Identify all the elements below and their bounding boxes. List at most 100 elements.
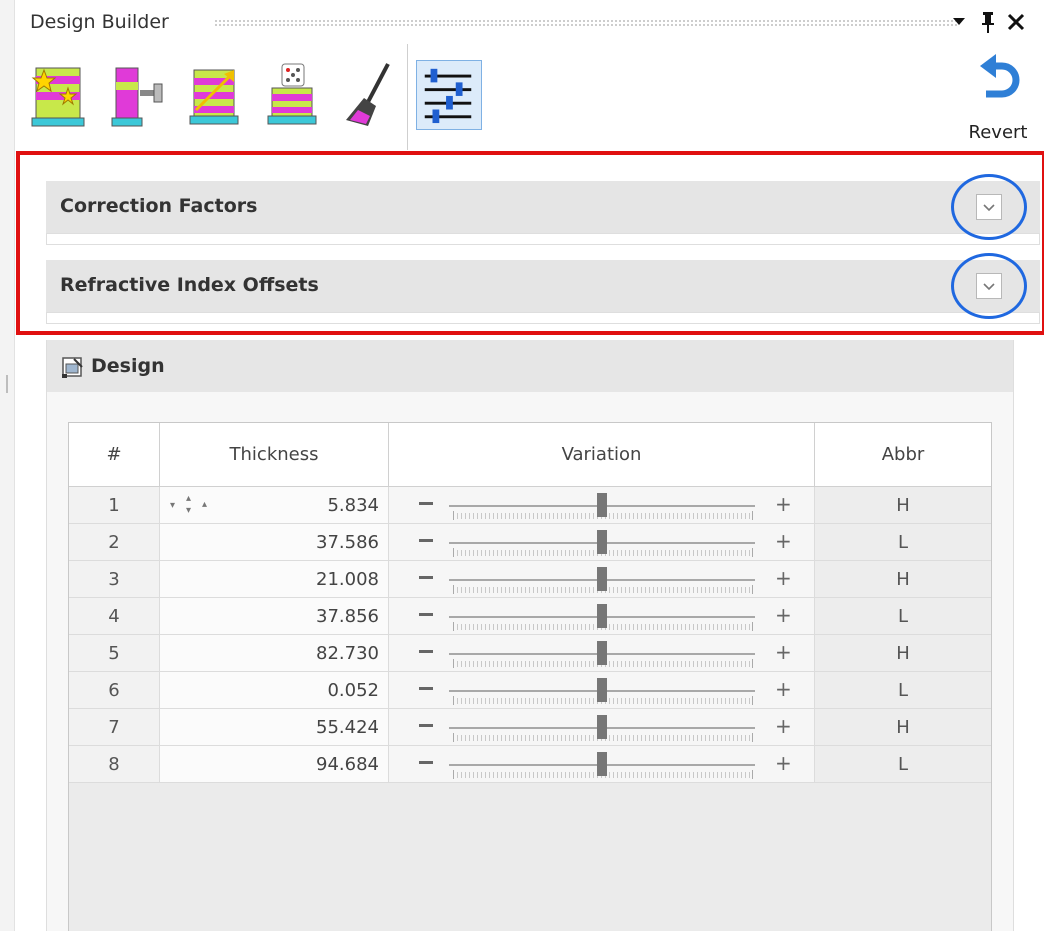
variation-slider[interactable]: + bbox=[389, 746, 815, 783]
pin-icon[interactable] bbox=[978, 7, 998, 43]
abbr-cell[interactable]: L bbox=[815, 598, 991, 635]
thickness-input[interactable]: ▾ ▴ ▾ ▴ 5.834 bbox=[160, 487, 389, 524]
splitter-mark[interactable] bbox=[6, 375, 8, 393]
minus-icon[interactable] bbox=[419, 650, 433, 653]
increase-small-icon[interactable]: ▴ bbox=[186, 494, 191, 504]
panel-title: Design Builder bbox=[30, 11, 169, 33]
decrease-large-icon[interactable]: ▾ bbox=[170, 501, 175, 511]
chevron-down-icon[interactable] bbox=[976, 194, 1002, 220]
slider-thumb[interactable] bbox=[597, 567, 607, 591]
thickness-input[interactable]: 37.856 bbox=[160, 598, 389, 635]
plus-icon[interactable]: + bbox=[775, 679, 792, 699]
abbr-cell[interactable]: H bbox=[815, 561, 991, 598]
revert-button[interactable]: Revert bbox=[958, 52, 1038, 150]
close-icon[interactable] bbox=[1005, 7, 1027, 43]
design-wizard-icon[interactable] bbox=[26, 60, 90, 128]
toolbar-separator bbox=[407, 44, 408, 150]
plus-icon[interactable]: + bbox=[775, 642, 792, 662]
row-number: 1 bbox=[69, 487, 160, 524]
cleanup-broom-icon[interactable] bbox=[338, 60, 402, 128]
plus-icon[interactable]: + bbox=[775, 753, 792, 773]
thickness-input[interactable]: 21.008 bbox=[160, 561, 389, 598]
design-panel: Design # Thickness Variation Abbr 1 ▾ ▴ ▾ ▴ 5… bbox=[46, 340, 1014, 931]
section-title: Refractive Index Offsets bbox=[60, 274, 319, 296]
decrease-small-icon[interactable]: ▾ bbox=[186, 506, 191, 516]
abbr-cell[interactable]: H bbox=[815, 635, 991, 672]
plus-icon[interactable]: + bbox=[775, 494, 792, 514]
thickness-input[interactable]: 94.684 bbox=[160, 746, 389, 783]
random-icon[interactable] bbox=[260, 60, 324, 128]
sliders-icon[interactable] bbox=[416, 60, 482, 130]
column-header-number[interactable]: # bbox=[69, 423, 160, 487]
variation-slider[interactable]: + bbox=[389, 635, 815, 672]
section-refractive-index-offsets[interactable]: Refractive Index Offsets bbox=[46, 260, 1040, 312]
slider-thumb[interactable] bbox=[597, 530, 607, 554]
design-title: Design bbox=[91, 355, 165, 377]
variation-cell: + bbox=[389, 746, 815, 783]
variation-slider[interactable]: + bbox=[389, 487, 815, 524]
abbr-cell[interactable]: L bbox=[815, 746, 991, 783]
row-number: 5 bbox=[69, 635, 160, 672]
table-row[interactable]: 3 21.008 + H bbox=[69, 561, 991, 598]
slider-thumb[interactable] bbox=[597, 641, 607, 665]
variation-slider[interactable]: + bbox=[389, 598, 815, 635]
thickness-input[interactable]: 55.424 bbox=[160, 709, 389, 746]
abbr-cell[interactable]: L bbox=[815, 524, 991, 561]
increase-large-icon[interactable]: ▴ bbox=[202, 500, 207, 510]
minus-icon[interactable] bbox=[419, 613, 433, 616]
drag-grip[interactable] bbox=[214, 19, 958, 27]
variation-slider[interactable]: + bbox=[389, 561, 815, 598]
section-title: Correction Factors bbox=[60, 195, 258, 217]
design-header[interactable]: Design bbox=[47, 340, 1013, 392]
minus-icon[interactable] bbox=[419, 502, 433, 505]
table-row[interactable]: 1 ▾ ▴ ▾ ▴ 5.834 + H bbox=[69, 487, 991, 524]
abbr-cell[interactable]: H bbox=[815, 487, 991, 524]
slider-thumb[interactable] bbox=[597, 715, 607, 739]
column-header-abbr[interactable]: Abbr bbox=[815, 423, 991, 487]
slider-thumb[interactable] bbox=[597, 493, 607, 517]
minus-icon[interactable] bbox=[419, 576, 433, 579]
row-number: 8 bbox=[69, 746, 160, 783]
plus-icon[interactable]: + bbox=[775, 605, 792, 625]
design-table: # Thickness Variation Abbr 1 ▾ ▴ ▾ ▴ 5.834 + H 2… bbox=[68, 422, 992, 931]
minus-icon[interactable] bbox=[419, 761, 433, 764]
minus-icon[interactable] bbox=[419, 724, 433, 727]
table-row[interactable]: 5 82.730 + H bbox=[69, 635, 991, 672]
thickness-stepper[interactable]: ▾ ▴ ▾ ▴ bbox=[170, 493, 250, 517]
thickness-input[interactable]: 82.730 bbox=[160, 635, 389, 672]
minus-icon[interactable] bbox=[419, 687, 433, 690]
thickness-input[interactable]: 37.586 bbox=[160, 524, 389, 561]
slider-thumb[interactable] bbox=[597, 678, 607, 702]
slider-thumb[interactable] bbox=[597, 604, 607, 628]
column-header-variation[interactable]: Variation bbox=[389, 423, 815, 487]
table-row[interactable]: 2 37.586 + L bbox=[69, 524, 991, 561]
variation-cell: + bbox=[389, 709, 815, 746]
plus-icon[interactable]: + bbox=[775, 531, 792, 551]
thickness-value: 55.424 bbox=[316, 717, 379, 738]
layer-edit-icon[interactable] bbox=[104, 60, 168, 128]
variation-slider[interactable]: + bbox=[389, 709, 815, 746]
plus-icon[interactable]: + bbox=[775, 568, 792, 588]
chevron-down-icon[interactable] bbox=[976, 273, 1002, 299]
dropdown-arrow-icon[interactable] bbox=[951, 7, 967, 43]
minus-icon[interactable] bbox=[419, 539, 433, 542]
table-row[interactable]: 4 37.856 + L bbox=[69, 598, 991, 635]
plus-icon[interactable]: + bbox=[775, 716, 792, 736]
abbr-cell[interactable]: H bbox=[815, 709, 991, 746]
column-header-thickness[interactable]: Thickness bbox=[160, 423, 389, 487]
table-row[interactable]: 8 94.684 + L bbox=[69, 746, 991, 783]
variation-slider[interactable]: + bbox=[389, 672, 815, 709]
title-bar: Design Builder bbox=[18, 0, 1044, 44]
table-header: # Thickness Variation Abbr bbox=[69, 423, 991, 487]
optimize-icon[interactable] bbox=[182, 60, 246, 128]
variation-cell: + bbox=[389, 598, 815, 635]
variation-slider[interactable]: + bbox=[389, 524, 815, 561]
thickness-input[interactable]: 0.052 bbox=[160, 672, 389, 709]
abbr-cell[interactable]: L bbox=[815, 672, 991, 709]
revert-icon bbox=[980, 54, 1020, 98]
slider-thumb[interactable] bbox=[597, 752, 607, 776]
table-row[interactable]: 6 0.052 + L bbox=[69, 672, 991, 709]
variation-cell: + bbox=[389, 672, 815, 709]
table-row[interactable]: 7 55.424 + H bbox=[69, 709, 991, 746]
section-correction-factors[interactable]: Correction Factors bbox=[46, 181, 1040, 233]
